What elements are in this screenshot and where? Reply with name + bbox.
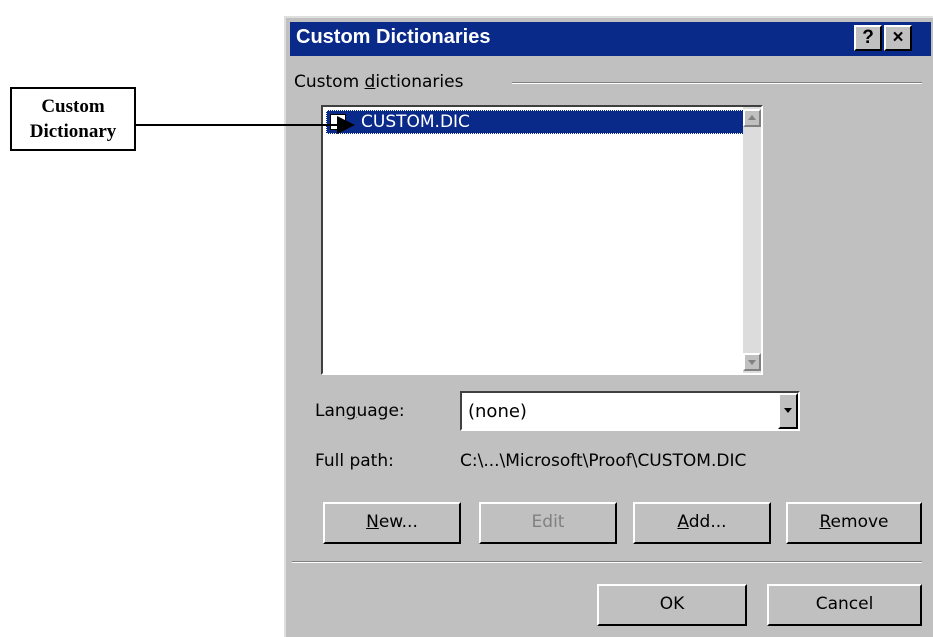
dictionary-list[interactable]: CUSTOM.DIC xyxy=(321,105,763,375)
full-path-label: Full path: xyxy=(315,451,394,471)
language-value: (none) xyxy=(468,401,527,422)
callout-line-1: Custom xyxy=(41,96,105,117)
scroll-down-button[interactable] xyxy=(743,353,761,371)
language-label: Language: xyxy=(315,401,405,421)
language-dropdown-button[interactable] xyxy=(778,393,798,429)
custom-dictionaries-dialog: Custom Dictionaries ? × Custom dictionar… xyxy=(284,16,933,637)
cancel-button[interactable]: Cancel xyxy=(767,584,922,626)
list-item-custom-dic[interactable]: CUSTOM.DIC xyxy=(326,110,746,134)
dialog-title: Custom Dictionaries xyxy=(296,26,491,48)
remove-button[interactable]: Remove xyxy=(786,502,922,544)
ok-button[interactable]: OK xyxy=(597,584,747,626)
scroll-up-button[interactable] xyxy=(743,109,761,127)
group-divider xyxy=(512,82,922,84)
list-item-label: CUSTOM.DIC xyxy=(361,112,470,132)
list-scrollbar[interactable] xyxy=(743,107,761,373)
chevron-down-icon xyxy=(784,408,792,413)
up-arrow-icon xyxy=(748,115,756,120)
down-arrow-icon xyxy=(748,360,756,365)
close-button[interactable]: × xyxy=(884,25,912,51)
custom-dictionary-callout: Custom Dictionary xyxy=(10,87,136,151)
help-button[interactable]: ? xyxy=(854,25,882,51)
title-bar: Custom Dictionaries ? × xyxy=(290,22,931,56)
custom-dictionaries-group-label: Custom dictionaries xyxy=(294,72,464,92)
edit-button[interactable]: Edit xyxy=(479,502,617,544)
dictionary-checkbox[interactable] xyxy=(330,114,346,130)
button-separator xyxy=(292,561,922,563)
callout-line-2: Dictionary xyxy=(29,121,117,142)
full-path-value: C:\...\Microsoft\Proof\CUSTOM.DIC xyxy=(460,451,747,471)
add-button[interactable]: Add... xyxy=(633,502,771,544)
language-select[interactable]: (none) xyxy=(460,391,800,431)
new-button[interactable]: New... xyxy=(323,502,461,544)
